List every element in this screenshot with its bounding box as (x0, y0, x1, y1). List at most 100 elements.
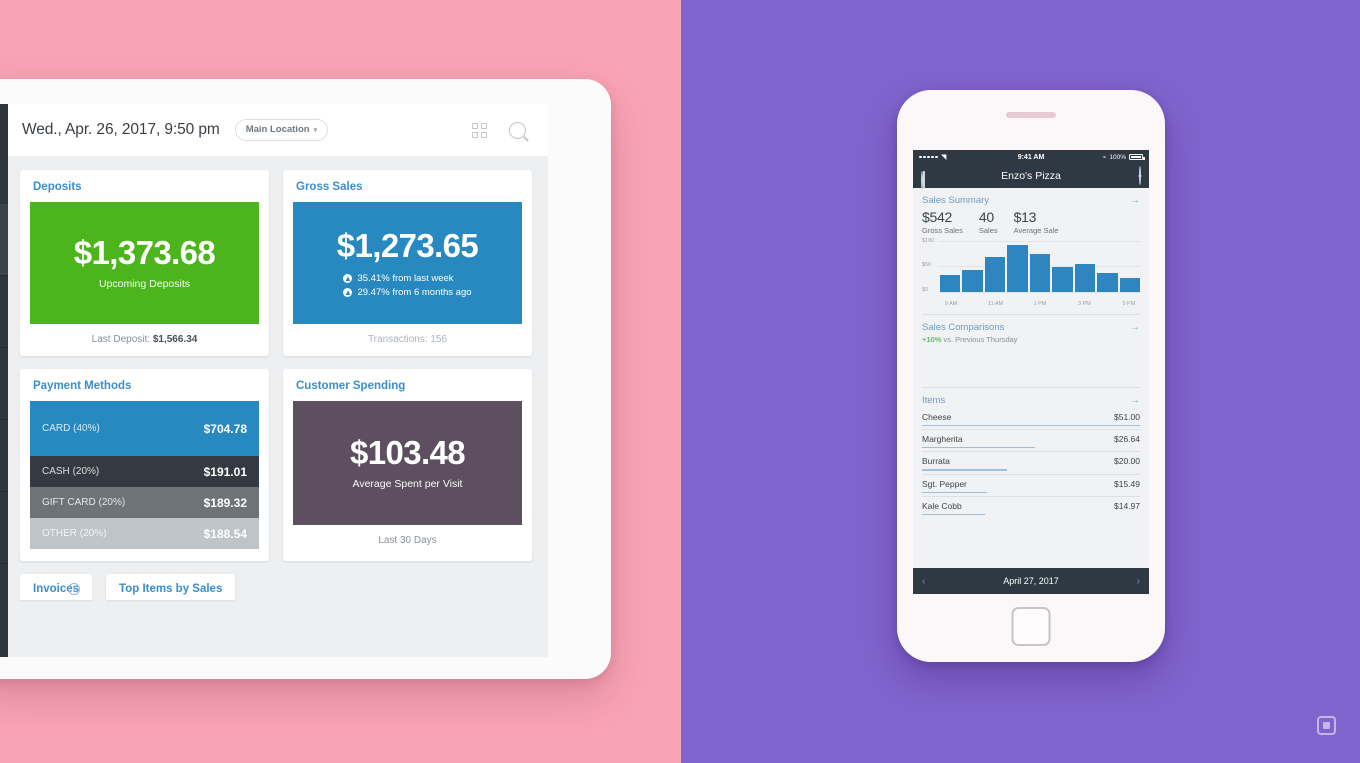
metric-average-sale: $13 Average Sale (1014, 209, 1059, 235)
payment-row-other[interactable]: OTHER (20%) $188.54 (30, 518, 259, 549)
chart-bar (1097, 273, 1118, 292)
status-right: ⌁ 100% (1102, 153, 1145, 161)
list-item[interactable]: Sgt. Pepper $15.49 (922, 475, 1140, 496)
sidebar-item-5[interactable] (0, 420, 8, 492)
tablet-header: Wed., Apr. 26, 2017, 9:50 pm Main Locati… (8, 104, 548, 156)
customer-spending-title: Customer Spending (296, 380, 406, 392)
chart-bars (940, 240, 1140, 292)
gross-sales-card[interactable]: Gross Sales $1,273.65 ▲ 35.41% from last… (283, 170, 532, 356)
chart-bar (962, 270, 983, 292)
list-item[interactable]: Margherita $26.64 (922, 430, 1140, 451)
sidebar-item-4[interactable] (0, 348, 8, 420)
item-name: Sgt. Pepper (922, 478, 967, 489)
chart-x-label: 9 AM (944, 301, 958, 307)
location-pin-icon[interactable] (1139, 166, 1141, 185)
arrow-right-icon[interactable]: → (1130, 195, 1140, 206)
item-bar (922, 491, 988, 493)
deposits-card[interactable]: Deposits $1,373.68 Upcoming Deposits Las… (20, 170, 269, 356)
customer-spending-card[interactable]: Customer Spending $103.48 Average Spent … (283, 369, 532, 561)
tablet-main: Wed., Apr. 26, 2017, 9:50 pm Main Locati… (8, 104, 548, 657)
items-section[interactable]: Items → Cheese $51.00 Margherita $26.64 Burr… (913, 388, 1149, 518)
payment-row-gift-card[interactable]: GIFT CARD (20%) $189.32 (30, 487, 259, 518)
arrow-right-icon[interactable]: → (1130, 322, 1140, 333)
sales-summary-section[interactable]: Sales Summary → $542 Gross Sales 40 Sale… (913, 188, 1149, 315)
chevron-down-icon: ▾ (313, 126, 318, 134)
item-value: $26.64 (1114, 434, 1140, 445)
delta-text: vs. Previous Thursday (943, 335, 1018, 344)
y-tick-100: $100 (922, 238, 935, 244)
item-value: $51.00 (1114, 412, 1140, 422)
metric-label: Sales (978, 226, 998, 235)
customer-spending-amount: $103.48 (349, 434, 466, 471)
deposits-amount: $1,373.68 (73, 234, 216, 271)
bluetooth-icon: ⌁ (1102, 154, 1107, 161)
item-name: Burrata (922, 456, 950, 467)
deposits-footer-label: Last Deposit: (91, 334, 151, 345)
chart-x-labels: 9 AM.11 AM.1 PM.3 PM.5 PM (940, 301, 1140, 307)
payment-row-label: OTHER (20%) (42, 528, 106, 539)
sidebar-item-6[interactable] (0, 492, 8, 564)
chart-bar (1052, 267, 1073, 292)
invoices-card[interactable]: Invoices i (20, 574, 93, 600)
cards-row-2: Payment Methods CARD (40%) $704.78 CASH … (20, 369, 532, 561)
info-icon[interactable]: i (68, 583, 81, 595)
invoices-title: Invoices (33, 583, 80, 595)
payment-row-name: CARD (42, 423, 71, 434)
grid-icon[interactable] (472, 122, 487, 138)
chart-bar (1029, 253, 1051, 292)
payment-row-value: $188.54 (203, 526, 247, 541)
deposits-footer-value: $1,566.34 (152, 334, 198, 345)
item-name: Kale Cobb (922, 500, 962, 511)
chart-bar (1119, 278, 1140, 292)
metric-value: 40 (978, 209, 994, 225)
location-selector[interactable]: Main Location ▾ (234, 119, 329, 141)
payment-row-card[interactable]: CARD (40%) $704.78 (30, 401, 259, 456)
gross-sales-amount: $1,273.65 (336, 226, 479, 264)
arrow-right-icon[interactable]: → (1130, 395, 1140, 406)
list-item[interactable]: Kale Cobb $14.97 (922, 497, 1140, 518)
tablet-sidebar[interactable] (0, 104, 8, 657)
payment-row-cash[interactable]: CASH (20%) $191.01 (30, 456, 259, 487)
sidebar-item-1[interactable] (0, 104, 8, 204)
payment-methods-rows: CARD (40%) $704.78 CASH (20%) $191.01 GI… (30, 401, 259, 549)
payment-row-pct: (20%) (72, 466, 100, 477)
payment-row-name: CASH (42, 466, 70, 477)
top-items-card[interactable]: Top Items by Sales (106, 574, 236, 600)
sidebar-item-2-active[interactable] (0, 204, 8, 276)
payment-row-label: CASH (20%) (42, 466, 99, 477)
deposits-subtitle: Upcoming Deposits (98, 278, 191, 290)
deposits-hero: $1,373.68 Upcoming Deposits (30, 202, 259, 324)
payment-methods-title: Payment Methods (33, 380, 132, 392)
chart-x-label: 3 PM (1078, 301, 1091, 307)
item-bar (922, 513, 986, 515)
chart-bar (940, 274, 961, 292)
list-item[interactable]: Cheese $51.00 (922, 408, 1140, 429)
y-tick-50: $50 (922, 262, 932, 268)
metric-gross-sales: $542 Gross Sales (922, 209, 963, 235)
sales-summary-header: Sales Summary → (922, 195, 1140, 206)
payment-row-label: GIFT CARD (20%) (42, 497, 125, 508)
gross-sales-hero: $1,273.65 ▲ 35.41% from last week ▲ 29.4… (293, 202, 522, 324)
prev-day-button[interactable]: ‹ (922, 576, 925, 587)
chart-bar (1007, 244, 1028, 292)
sales-comparisons-section[interactable]: Sales Comparisons → +10% vs. Previous Th… (913, 315, 1149, 388)
payment-methods-card[interactable]: Payment Methods CARD (40%) $704.78 CASH … (20, 369, 269, 561)
payment-row-name: OTHER (42, 528, 77, 539)
next-day-button[interactable]: › (1137, 576, 1140, 587)
list-item[interactable]: Burrata $20.00 (922, 452, 1140, 473)
chart-bar (1074, 263, 1096, 292)
search-icon[interactable] (509, 121, 526, 139)
payment-row-label: CARD (40%) (42, 423, 100, 434)
battery-icon (1129, 154, 1145, 160)
chart-x-label: . (1051, 301, 1073, 307)
sidebar-item-3[interactable] (0, 276, 8, 348)
gross-sales-deltas: ▲ 35.41% from last week ▲ 29.47% from 6 … (343, 270, 472, 298)
status-time: 9:41 AM (1017, 153, 1045, 161)
top-items-title: Top Items by Sales (119, 583, 223, 595)
chart-x-label: . (962, 301, 984, 307)
person-icon[interactable] (921, 170, 930, 190)
chart-x-label: 11 AM (987, 301, 1004, 307)
home-button[interactable] (1011, 607, 1051, 646)
payment-row-name: GIFT CARD (42, 497, 96, 508)
cards-row-1: Deposits $1,373.68 Upcoming Deposits Las… (20, 170, 532, 356)
